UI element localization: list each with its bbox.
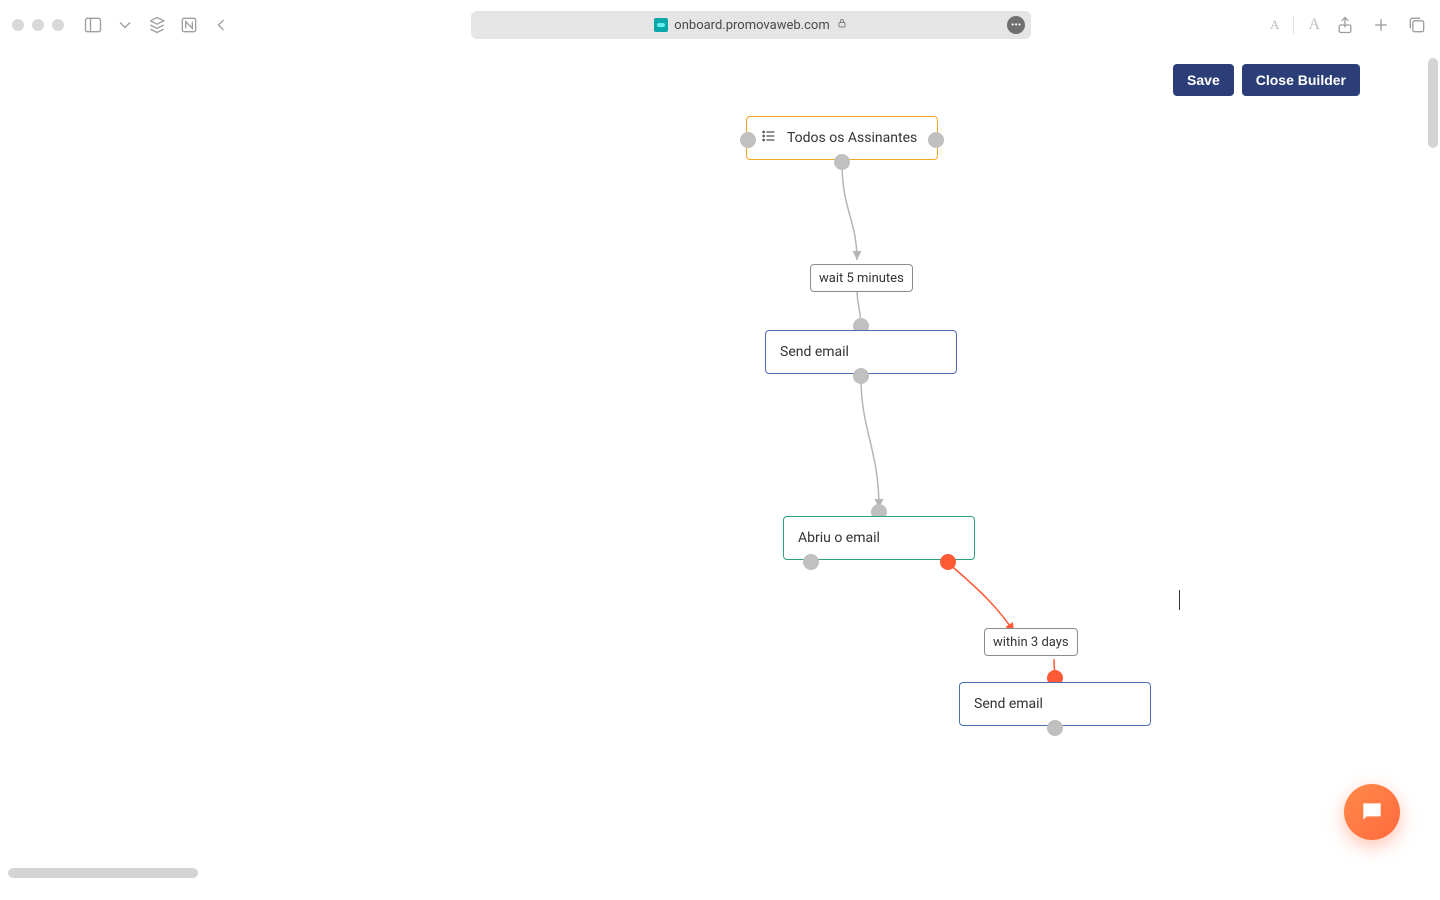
endpoint[interactable] bbox=[928, 132, 944, 148]
endpoint-true[interactable] bbox=[803, 554, 819, 570]
flow-connectors bbox=[0, 50, 1440, 880]
vertical-scrollbar[interactable] bbox=[1428, 54, 1438, 874]
send-email-node-1-label: Send email bbox=[780, 344, 849, 360]
reader-small-icon[interactable]: A bbox=[1270, 17, 1279, 33]
lock-icon bbox=[836, 17, 848, 33]
url-text: onboard.promovaweb.com bbox=[674, 18, 829, 33]
close-window-dot[interactable] bbox=[12, 19, 24, 31]
site-favicon bbox=[654, 18, 668, 32]
new-tab-icon[interactable] bbox=[1370, 14, 1392, 36]
endpoint-false[interactable] bbox=[940, 554, 956, 570]
endpoint[interactable] bbox=[740, 132, 756, 148]
tabs-overview-icon[interactable] bbox=[1406, 14, 1428, 36]
chevron-down-icon[interactable] bbox=[114, 14, 136, 36]
chat-icon bbox=[1359, 799, 1385, 825]
stack-icon[interactable] bbox=[146, 14, 168, 36]
condition-node-label: Abriu o email bbox=[798, 530, 880, 546]
flow-canvas[interactable]: Todos os Assinantes wait 5 minutes Send … bbox=[0, 50, 1440, 880]
delay-node-1[interactable]: wait 5 minutes bbox=[810, 264, 913, 292]
share-icon[interactable] bbox=[1334, 14, 1356, 36]
window-controls bbox=[12, 19, 64, 31]
text-caret bbox=[1179, 590, 1180, 610]
horizontal-scrollbar[interactable] bbox=[4, 868, 1204, 878]
endpoint[interactable] bbox=[853, 368, 869, 384]
reader-large-icon[interactable]: A bbox=[1308, 16, 1320, 34]
address-bar[interactable]: onboard.promovaweb.com ••• bbox=[471, 11, 1031, 39]
notion-icon[interactable] bbox=[178, 14, 200, 36]
chat-fab[interactable] bbox=[1344, 784, 1400, 840]
site-menu-icon[interactable]: ••• bbox=[1007, 16, 1025, 34]
delay-node-2-label: within 3 days bbox=[993, 635, 1069, 650]
start-node-label: Todos os Assinantes bbox=[787, 130, 917, 146]
endpoint[interactable] bbox=[834, 154, 850, 170]
delay-node-1-label: wait 5 minutes bbox=[819, 271, 904, 286]
minimize-window-dot[interactable] bbox=[32, 19, 44, 31]
sidebar-toggle-icon[interactable] bbox=[82, 14, 104, 36]
divider bbox=[1293, 16, 1294, 34]
send-email-node-2-label: Send email bbox=[974, 696, 1043, 712]
browser-chrome: onboard.promovaweb.com ••• A A bbox=[0, 0, 1440, 50]
automation-builder: Save Close Builder bbox=[0, 50, 1440, 880]
chrome-left-icons bbox=[82, 14, 232, 36]
back-icon[interactable] bbox=[210, 14, 232, 36]
endpoint[interactable] bbox=[1047, 720, 1063, 736]
delay-node-2[interactable]: within 3 days bbox=[984, 628, 1078, 656]
chrome-right-icons: A A bbox=[1270, 14, 1428, 36]
vertical-scroll-thumb[interactable] bbox=[1428, 58, 1438, 148]
maximize-window-dot[interactable] bbox=[52, 19, 64, 31]
horizontal-scroll-thumb[interactable] bbox=[8, 868, 198, 878]
list-icon bbox=[761, 128, 787, 148]
